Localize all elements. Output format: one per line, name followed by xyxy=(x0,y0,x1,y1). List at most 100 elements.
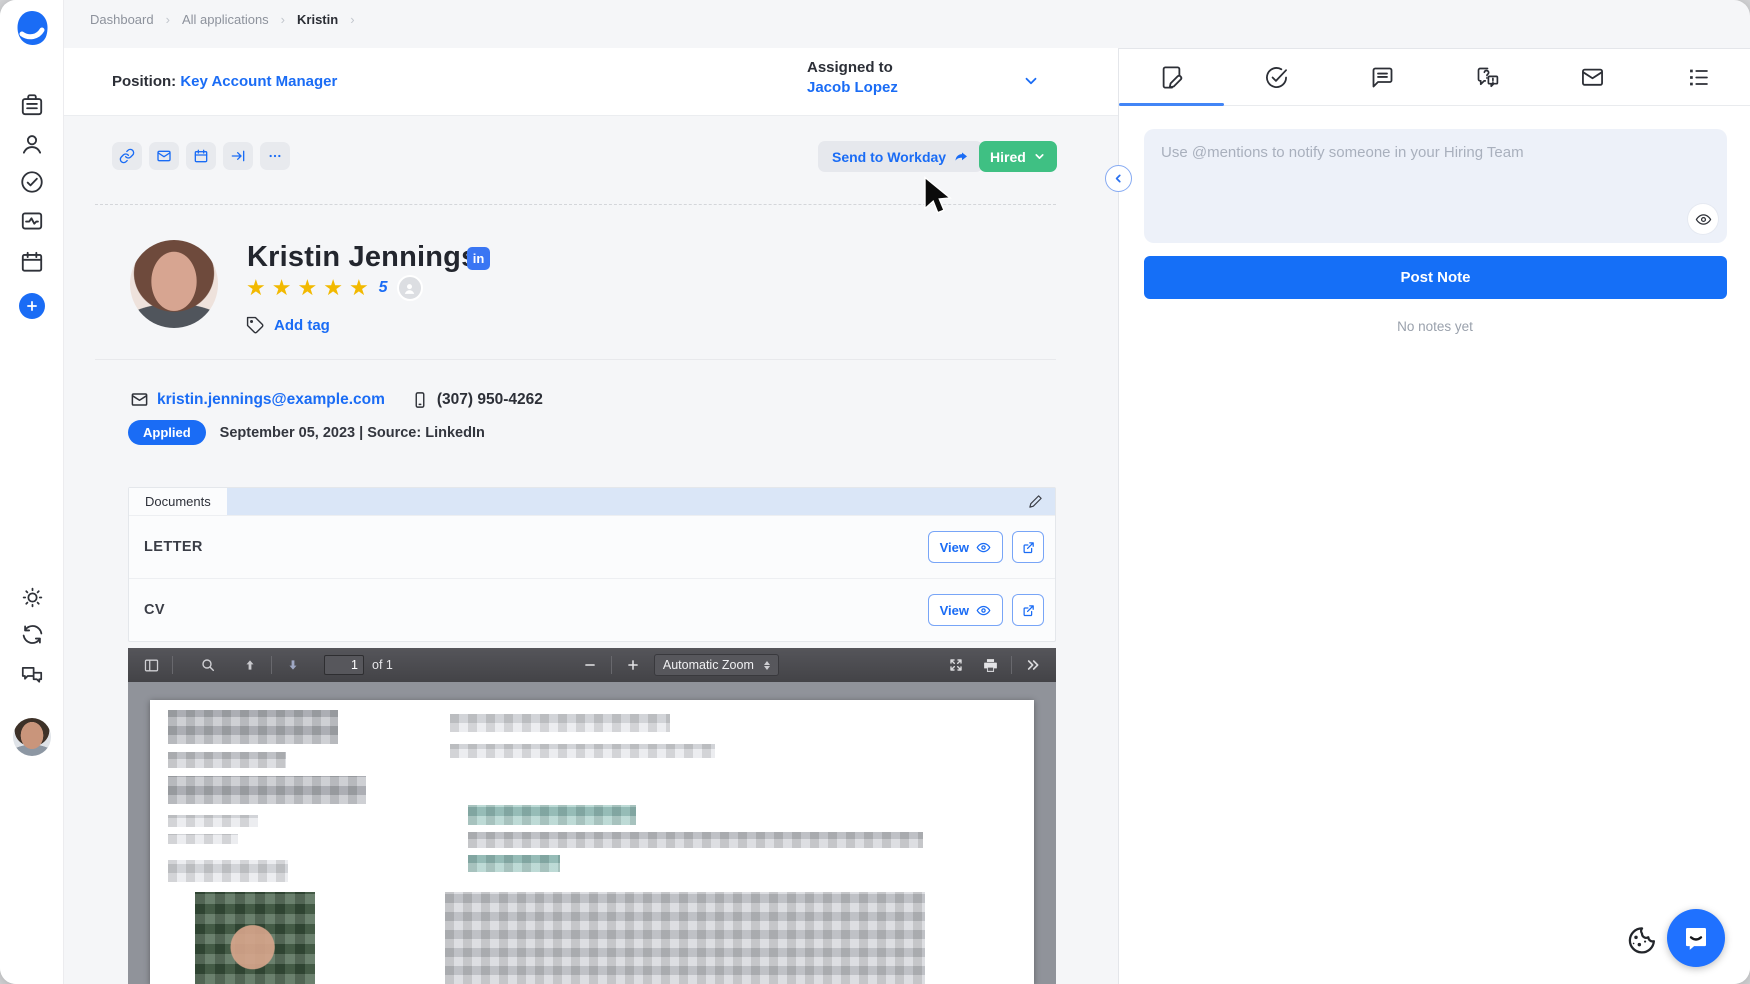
chat-bubbles-icon xyxy=(19,663,45,689)
briefcase-icon xyxy=(19,92,45,118)
redacted-content-block xyxy=(450,744,715,758)
move-stage-button[interactable] xyxy=(223,142,253,170)
redacted-content-block xyxy=(168,834,238,844)
document-row-cv: CV View xyxy=(129,578,1055,641)
sidebar-theme-toggle[interactable] xyxy=(0,585,64,610)
view-letter-button[interactable]: View xyxy=(928,531,1003,563)
post-note-button[interactable]: Post Note xyxy=(1144,256,1727,299)
sidebar-item-calendar[interactable] xyxy=(0,249,64,275)
copy-link-button[interactable] xyxy=(112,142,142,170)
breadcrumb: Dashboard All applications Kristin xyxy=(90,8,355,30)
tab-comments[interactable] xyxy=(1330,49,1435,105)
tab-activity-log[interactable] xyxy=(1646,49,1750,105)
pdf-page-preview xyxy=(150,700,1034,984)
pdf-viewer: of 1 Automatic Zoom xyxy=(128,648,1056,984)
breadcrumb-dashboard[interactable]: Dashboard xyxy=(90,12,154,27)
candidate-name: Kristin Jennings xyxy=(247,241,477,274)
status-badge[interactable]: Applied xyxy=(128,420,206,445)
chevrons-right-icon xyxy=(1025,657,1041,673)
redacted-content-block xyxy=(468,832,923,848)
tab-emails[interactable] xyxy=(1540,49,1645,105)
app-window: Dashboard All applications Kristin Posit… xyxy=(0,0,1750,984)
sidebar-sync-button[interactable] xyxy=(0,622,64,647)
pdf-zoom-out-button[interactable] xyxy=(577,652,603,678)
question-bubble-icon xyxy=(1474,64,1501,91)
person-silhouette-icon xyxy=(402,281,417,296)
app-logo[interactable] xyxy=(0,10,64,50)
pdf-sidebar-toggle-button[interactable] xyxy=(138,652,164,678)
envelope-icon xyxy=(1579,64,1606,91)
hired-stage-button[interactable]: Hired xyxy=(979,141,1057,172)
external-link-icon xyxy=(1021,603,1036,618)
tab-evaluations[interactable] xyxy=(1224,49,1329,105)
pdf-page-input[interactable] xyxy=(324,655,364,675)
arrow-to-bar-icon xyxy=(230,148,246,164)
pdf-search-button[interactable] xyxy=(195,652,221,678)
plus-icon xyxy=(626,658,640,672)
tab-notes[interactable] xyxy=(1119,49,1224,105)
ellipsis-icon xyxy=(267,148,283,164)
candidate-email-link[interactable]: kristin.jennings@example.com xyxy=(157,391,385,409)
rating-value: 5 xyxy=(379,279,388,297)
add-tag-button[interactable]: Add tag xyxy=(246,316,330,335)
star-icon[interactable]: ★ xyxy=(323,276,343,300)
sidebar-item-jobs[interactable] xyxy=(0,92,64,118)
sun-icon xyxy=(20,585,45,610)
document-name: CV xyxy=(144,602,165,618)
documents-card: Documents LETTER View CV View xyxy=(128,487,1056,642)
sidebar-add-button[interactable] xyxy=(0,293,64,319)
arrow-up-icon xyxy=(243,658,257,672)
schedule-event-button[interactable] xyxy=(186,142,216,170)
documents-tab[interactable]: Documents xyxy=(129,488,227,515)
view-button-label: View xyxy=(940,540,969,555)
tag-icon xyxy=(246,316,265,335)
plus-icon xyxy=(25,299,39,313)
more-actions-button[interactable] xyxy=(260,142,290,170)
tab-questions[interactable] xyxy=(1435,49,1540,105)
pdf-more-tools-button[interactable] xyxy=(1020,652,1046,678)
star-icon[interactable]: ★ xyxy=(272,276,292,300)
chevron-right-icon xyxy=(166,12,170,27)
pdf-zoom-select[interactable]: Automatic Zoom xyxy=(654,654,779,676)
breadcrumb-candidate[interactable]: Kristin xyxy=(297,12,338,27)
cookie-settings-button[interactable] xyxy=(1624,924,1656,956)
sidebar-user-avatar[interactable] xyxy=(0,718,64,756)
note-visibility-toggle[interactable] xyxy=(1688,204,1718,234)
sidebar-item-candidates[interactable] xyxy=(0,131,64,157)
cookie-icon xyxy=(1624,924,1656,956)
assigned-dropdown-button[interactable] xyxy=(1022,72,1040,90)
pdf-next-page-button[interactable] xyxy=(280,652,306,678)
breadcrumb-all-applications[interactable]: All applications xyxy=(182,12,269,27)
sidebar-item-reports[interactable] xyxy=(0,208,64,234)
open-cv-external-button[interactable] xyxy=(1012,594,1044,626)
star-icon[interactable]: ★ xyxy=(297,276,317,300)
send-to-workday-button[interactable]: Send to Workday xyxy=(818,141,983,172)
check-circle-icon xyxy=(1263,64,1290,91)
pdf-presentation-button[interactable] xyxy=(943,652,969,678)
user-avatar-photo xyxy=(13,718,51,756)
star-icon[interactable]: ★ xyxy=(246,276,266,300)
sidebar-messages-button[interactable] xyxy=(0,663,64,689)
chat-launcher-button[interactable] xyxy=(1667,909,1725,967)
chevron-right-icon xyxy=(350,12,354,27)
edit-documents-button[interactable] xyxy=(1028,494,1043,509)
sidebar-item-tasks[interactable] xyxy=(0,169,64,195)
send-email-button[interactable] xyxy=(149,142,179,170)
chevron-right-icon xyxy=(281,12,285,27)
note-input[interactable] xyxy=(1144,129,1727,243)
mouse-cursor xyxy=(922,176,956,218)
eye-icon xyxy=(1695,211,1712,228)
pdf-print-button[interactable] xyxy=(977,652,1003,678)
linkedin-icon[interactable]: in xyxy=(467,247,490,270)
collapse-panel-button[interactable] xyxy=(1105,165,1132,192)
pdf-zoom-in-button[interactable] xyxy=(620,652,646,678)
position-link[interactable]: Key Account Manager xyxy=(180,73,337,90)
view-cv-button[interactable]: View xyxy=(928,594,1003,626)
open-letter-external-button[interactable] xyxy=(1012,531,1044,563)
position-line: Position: Key Account Manager xyxy=(112,73,337,90)
pdf-prev-page-button[interactable] xyxy=(237,652,263,678)
redacted-content-block xyxy=(468,805,636,825)
rater-avatar[interactable] xyxy=(397,275,423,301)
star-icon[interactable]: ★ xyxy=(349,276,369,300)
assigned-to-value[interactable]: Jacob Lopez xyxy=(807,78,898,98)
